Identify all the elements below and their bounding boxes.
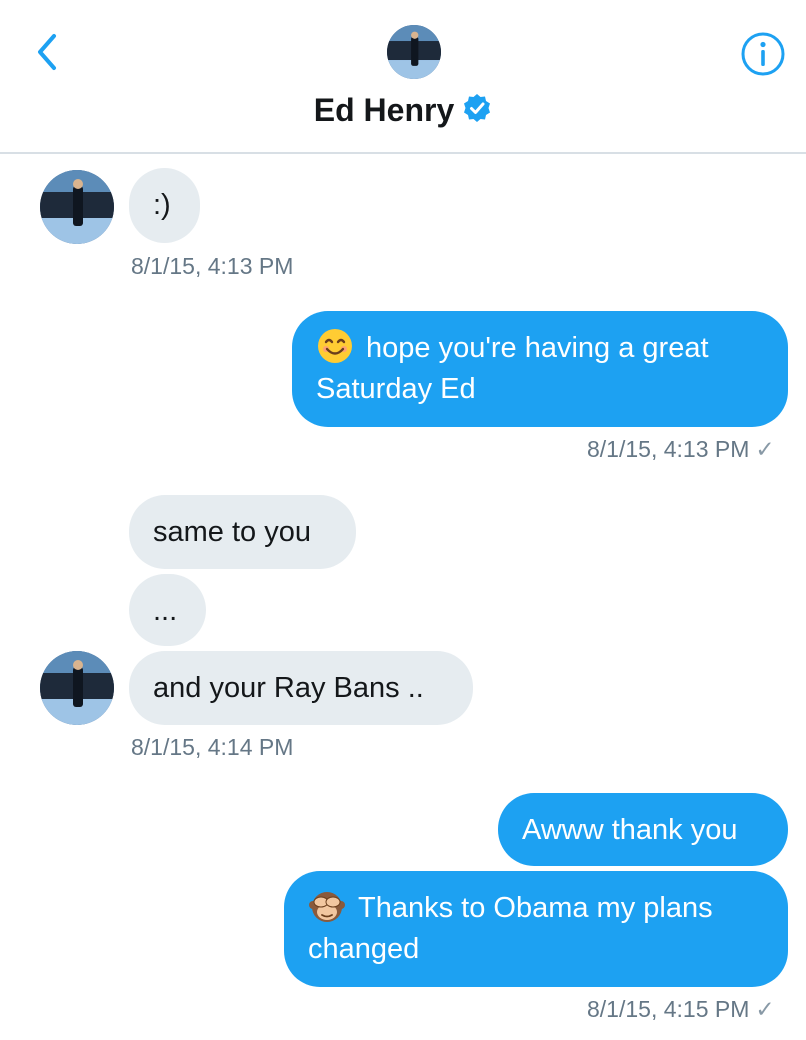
message-text: ... [153,595,178,627]
message-bubble-incoming[interactable]: ... [129,574,206,646]
message-bubble-incoming[interactable]: and your Ray Bans .. [129,651,473,725]
info-icon[interactable] [740,31,786,77]
message-text: :) [153,189,171,221]
message-bubble-incoming[interactable]: same to you [129,495,356,569]
conversation-header: Ed Henry [0,0,806,154]
timestamp-text: 8/1/15, 4:13 PM [587,436,750,462]
message-text: and your Ray Bans .. [153,672,424,704]
message-text-line2: changed [308,933,420,965]
message-bubble-incoming[interactable]: :) [129,168,200,243]
message-bubble-outgoing[interactable]: Awww thank you [498,793,788,866]
sender-avatar[interactable] [40,170,114,244]
message-text: Thanks to Obama my plans [358,892,713,924]
message-text: hope you're having a great [366,332,709,364]
smiling-face-emoji [316,327,354,365]
sent-check-icon: ✓ [755,436,775,462]
chevron-left-icon[interactable] [28,30,68,74]
message-bubble-outgoing[interactable]: Thanks to Obama my plans changed [284,871,788,987]
sender-avatar[interactable] [40,651,114,725]
see-no-evil-monkey-emoji [308,887,346,925]
contact-avatar[interactable] [387,25,441,79]
title-row: Ed Henry [0,92,806,129]
timestamp-text: 8/1/15, 4:15 PM [587,996,750,1022]
verified-badge-icon [462,93,492,123]
sent-check-icon: ✓ [755,996,775,1022]
message-timestamp: 8/1/15, 4:15 PM ✓ [587,996,775,1023]
message-bubble-outgoing[interactable]: hope you're having a great Saturday Ed [292,311,788,427]
message-text-line2: Saturday Ed [316,373,476,405]
message-timestamp: 8/1/15, 4:13 PM ✓ [587,436,775,463]
message-timestamp: 8/1/15, 4:13 PM [131,253,294,279]
contact-name[interactable]: Ed Henry [314,92,454,128]
message-text: same to you [153,516,311,548]
message-timestamp: 8/1/15, 4:14 PM [131,734,294,760]
message-text: Awww thank you [522,814,738,846]
